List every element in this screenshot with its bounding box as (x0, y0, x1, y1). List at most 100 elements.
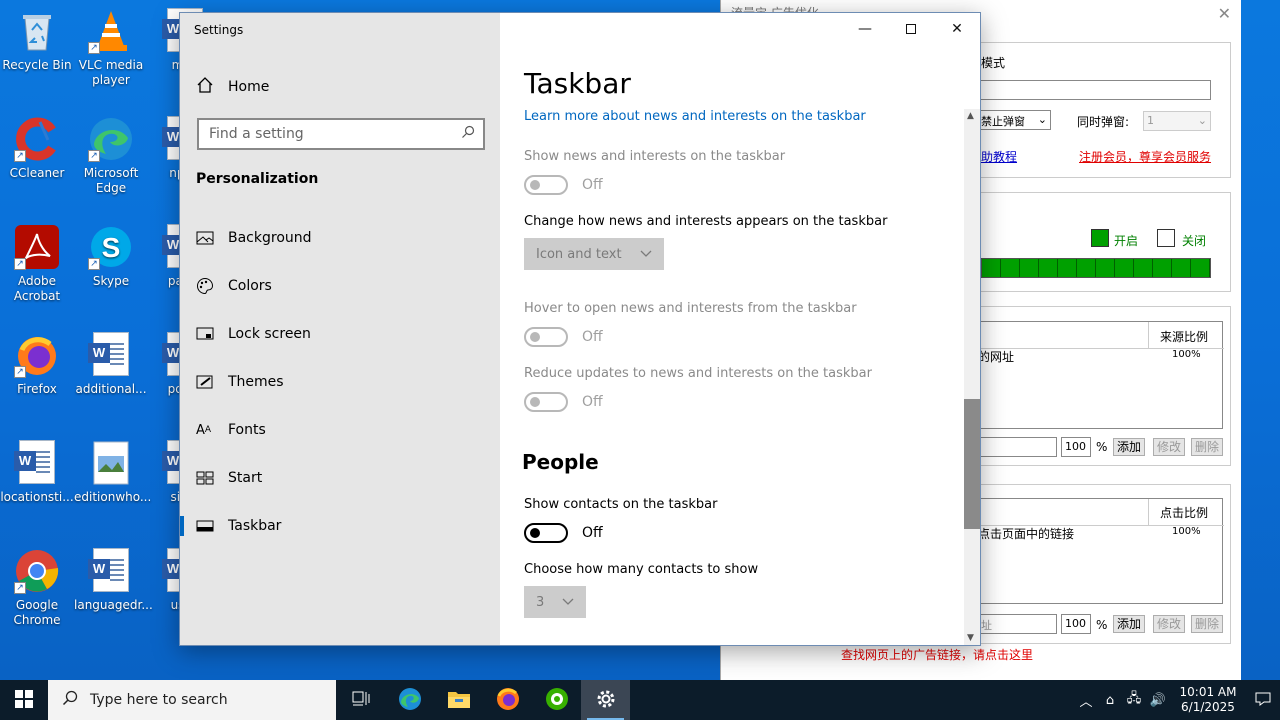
desktop-icon-languagedr[interactable]: W languagedr... (74, 548, 153, 613)
edit-button[interactable]: 修改 (1153, 438, 1186, 456)
reduce-updates-label: Reduce updates to news and interests on … (524, 366, 872, 381)
hover-label: Hover to open news and interests from th… (524, 301, 857, 316)
nav-item-label: Colors (228, 278, 272, 294)
chevron-up-icon[interactable]: ︿ (1074, 691, 1098, 710)
nav-item-taskbar[interactable]: Taskbar (180, 504, 500, 548)
desktop-icon-editionwho[interactable]: editionwho... (74, 440, 151, 505)
shortcut-arrow-icon: ↗ (14, 150, 26, 162)
toggle-state: Off (582, 329, 603, 345)
taskbar-green-app[interactable] (532, 680, 581, 720)
system-tray: ︿ ⌂ 🖧 🔊 10:01 AM 6/1/2025 (1074, 680, 1280, 720)
nav-item-colors[interactable]: Colors (180, 264, 500, 308)
mode-input[interactable] (979, 80, 1211, 100)
appearance-dropdown[interactable]: Icon and text (524, 238, 664, 270)
reduce-updates-toggle[interactable]: Off (524, 392, 603, 412)
toggle-switch[interactable] (524, 327, 568, 347)
settings-window[interactable]: Settings Home Find a setting Personaliza… (179, 12, 981, 646)
add-button[interactable]: 添加 (1113, 438, 1146, 456)
off-indicator[interactable] (1157, 229, 1175, 247)
taskbar-file-explorer[interactable] (434, 680, 483, 720)
contacts-count-label: Choose how many contacts to show (524, 562, 759, 577)
toggle-switch[interactable] (524, 392, 568, 412)
search-icon (62, 690, 78, 710)
svg-text:S: S (102, 232, 121, 263)
delete-button[interactable]: 删除 (1191, 438, 1224, 456)
desktop-icon-additional[interactable]: W additional... (74, 332, 148, 397)
desktop-icon-firefox[interactable]: ↗ Firefox (0, 332, 74, 397)
close-icon[interactable]: ✕ (1218, 4, 1231, 23)
start-button[interactable] (0, 680, 48, 720)
toggle-switch[interactable] (524, 523, 568, 543)
word-doc-icon: W (14, 440, 55, 484)
notification-icon[interactable] (1246, 692, 1280, 709)
hover-toggle[interactable]: Off (524, 327, 603, 347)
desktop-icon-locationsti[interactable]: W locationsti... (0, 440, 74, 505)
shortcut-arrow-icon: ↗ (14, 582, 26, 594)
source-table[interactable]: 来源比例 的网址 100% (977, 321, 1224, 429)
add-button[interactable]: 添加 (1113, 615, 1146, 633)
nav-item-fonts[interactable]: AA Fonts (180, 408, 500, 452)
taskbar-clock[interactable]: 10:01 AM 6/1/2025 (1170, 685, 1246, 715)
source-percent-input[interactable]: 100 (1061, 437, 1091, 457)
concurrent-select[interactable]: 1 ⌄ (1143, 111, 1211, 131)
recycle-bin-icon (14, 8, 60, 54)
desktop-icon-adobe-acrobat[interactable]: ↗ Adobe Acrobat (0, 224, 74, 304)
network-icon[interactable]: 🖧 (1122, 689, 1146, 711)
nav-item-label: Lock screen (228, 326, 311, 342)
taskbar-settings[interactable] (581, 680, 630, 720)
desktop-icon-google-chrome[interactable]: ↗ Google Chrome (0, 548, 74, 628)
settings-search-input[interactable]: Find a setting (197, 118, 485, 150)
device-icon[interactable]: ⌂ (1098, 693, 1122, 708)
contacts-count-dropdown[interactable]: 3 (524, 586, 587, 618)
mode-label: 模式 (981, 56, 1006, 70)
nav-item-background[interactable]: Background (180, 216, 500, 260)
folder-icon (447, 689, 471, 712)
nav-home[interactable]: Home (196, 76, 269, 98)
image-file-icon (88, 440, 134, 486)
desktop-icon-skype[interactable]: S ↗ Skype (74, 224, 148, 289)
popup-select[interactable]: 禁止弹窗 ⌄ (977, 110, 1051, 130)
tutorial-link[interactable]: 助教程 (981, 148, 1017, 165)
delete-button[interactable]: 删除 (1191, 615, 1224, 633)
picture-icon (180, 230, 228, 246)
toggle-switch[interactable] (524, 175, 568, 195)
desktop-icon-ccleaner[interactable]: ↗ CCleaner (0, 116, 74, 181)
word-doc-icon: W (88, 548, 129, 592)
content-scrollbar[interactable]: ▲ ▼ (964, 109, 980, 645)
click-table[interactable]: 点击比例 点击页面中的链接 100% (977, 498, 1224, 604)
nav-item-label: Fonts (228, 422, 266, 438)
find-ad-link[interactable]: 查找网页上的广告链接，请点击这里 (841, 646, 1033, 663)
taskbar-firefox[interactable] (483, 680, 532, 720)
nav-item-start[interactable]: Start (180, 456, 500, 500)
scrollbar-thumb[interactable] (964, 399, 980, 529)
scroll-up-icon[interactable]: ▲ (967, 111, 974, 121)
acrobat-icon: ↗ (14, 224, 60, 270)
learn-more-link[interactable]: Learn more about news and interests on t… (524, 109, 866, 124)
register-link[interactable]: 注册会员，尊享会员服务 (1079, 148, 1211, 165)
palette-icon (180, 277, 228, 295)
taskbar-edge[interactable] (385, 680, 434, 720)
click-percent-input[interactable]: 100 (1061, 614, 1091, 634)
desktop-icon-microsoft-edge[interactable]: ↗ Microsoft Edge (74, 116, 148, 196)
skype-icon: S ↗ (88, 224, 134, 270)
toggle-state: Off (582, 177, 603, 193)
desktop-icon-recycle-bin[interactable]: Recycle Bin (0, 8, 74, 73)
task-view-button[interactable] (336, 680, 385, 720)
nav-item-label: Themes (228, 374, 284, 390)
chevron-down-icon: ⌄ (1037, 113, 1047, 126)
nav-item-themes[interactable]: Themes (180, 360, 500, 404)
scroll-down-icon[interactable]: ▼ (967, 633, 974, 643)
source-ratio-header: 来源比例 (1160, 330, 1209, 344)
source-url-input[interactable] (977, 437, 1057, 457)
on-indicator[interactable] (1091, 229, 1109, 247)
show-contacts-toggle[interactable]: Off (524, 523, 603, 543)
desktop-icon-vlc[interactable]: ↗ VLC media player (74, 8, 148, 88)
source-row-ratio: 100% (1172, 349, 1201, 360)
taskbar-search-box[interactable]: Type here to search (48, 680, 336, 720)
chevron-down-icon (640, 247, 652, 262)
click-url-input[interactable]: 址 (977, 614, 1057, 634)
volume-icon[interactable]: 🔊 (1146, 693, 1170, 708)
show-news-toggle[interactable]: Off (524, 175, 603, 195)
edit-button[interactable]: 修改 (1153, 615, 1186, 633)
nav-item-lock-screen[interactable]: Lock screen (180, 312, 500, 356)
